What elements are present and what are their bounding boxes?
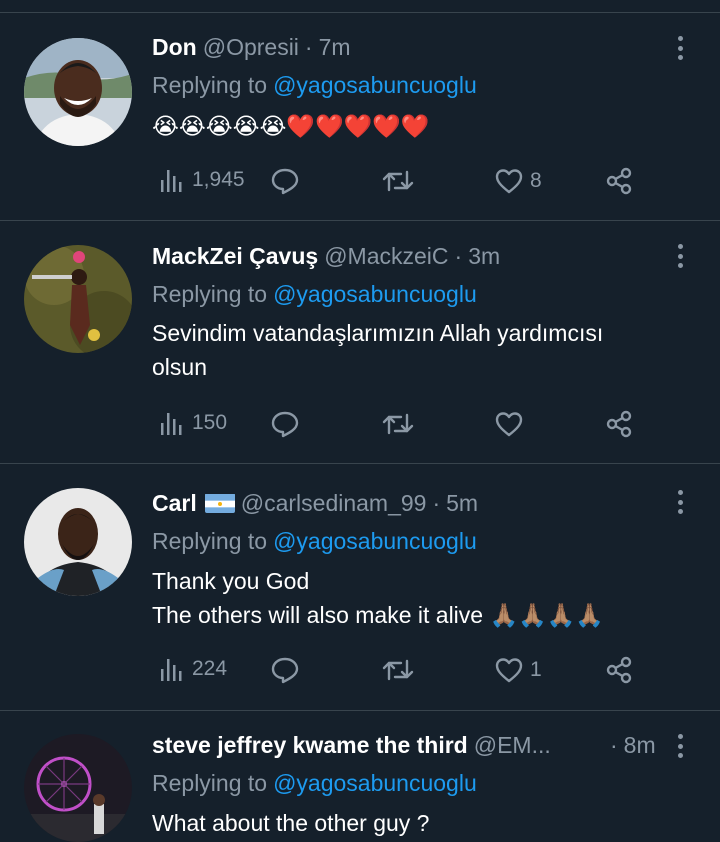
avatar-mackzei[interactable]	[24, 245, 132, 353]
share-icon	[606, 410, 632, 438]
like-count: 1	[530, 658, 542, 681]
tweet-text-line: olsun	[152, 354, 207, 380]
views-button[interactable]: 1,945	[158, 166, 245, 194]
bar-chart-icon	[161, 659, 182, 681]
heart-icon	[495, 169, 523, 194]
share-button[interactable]	[604, 409, 634, 439]
reply-feed: Don @Opresii · 7m Replying to @yagosabun…	[0, 0, 720, 842]
reply-button[interactable]	[270, 655, 306, 685]
more-vertical-icon[interactable]	[672, 487, 688, 517]
replying-to-handle[interactable]: @yagosabuncuoglu	[273, 770, 477, 797]
tweet-text-line: What about the other guy ?	[152, 810, 430, 836]
views-count: 1,945	[192, 168, 245, 191]
timestamp[interactable]: 3m	[468, 243, 500, 270]
avatar-steve[interactable]	[24, 734, 132, 842]
argentina-flag-icon	[204, 493, 235, 513]
avatar-carl[interactable]	[24, 488, 132, 596]
separator: ·	[454, 242, 463, 269]
tweet-text: Thank you God The others will also make …	[152, 564, 672, 632]
divider	[0, 12, 720, 13]
display-name[interactable]: steve jeffrey kwame the third	[152, 732, 468, 759]
user-handle[interactable]: @carlsedinam_99	[241, 490, 427, 517]
retweet-icon	[382, 659, 414, 681]
share-button[interactable]	[604, 655, 634, 685]
like-button[interactable]	[494, 409, 530, 439]
tweet-text: What about the other guy ?	[152, 806, 672, 840]
views-count: 150	[192, 411, 228, 434]
speech-bubble-icon	[271, 168, 299, 195]
display-name[interactable]: Don	[152, 34, 197, 61]
tweet-text-line: Sevindim vatandaşlarımızın Allah yardımc…	[152, 320, 604, 346]
user-handle[interactable]: @MackzeiC	[324, 243, 448, 270]
speech-bubble-icon	[271, 657, 299, 684]
heart-icon	[495, 658, 523, 683]
tweet-text-line: 😭😭😭😭😭❤️❤️❤️❤️❤️	[152, 113, 430, 139]
tweet-text: 😭😭😭😭😭❤️❤️❤️❤️❤️	[152, 109, 672, 143]
timestamp[interactable]: 8m	[624, 732, 656, 759]
like-button[interactable]: 1	[494, 655, 542, 685]
tweet-text-line: Thank you God	[152, 568, 310, 594]
timestamp[interactable]: 7m	[319, 34, 351, 61]
reply-button[interactable]	[270, 166, 306, 196]
views-button[interactable]: 224	[158, 655, 227, 683]
views-button[interactable]: 150	[158, 409, 227, 437]
divider	[0, 463, 720, 464]
separator: ·	[610, 731, 618, 758]
replying-to-label: Replying to	[152, 280, 268, 307]
user-handle[interactable]: @Opresii	[203, 34, 299, 61]
share-icon	[606, 167, 632, 195]
timestamp[interactable]: 5m	[446, 490, 478, 517]
retweet-icon	[382, 413, 414, 435]
more-vertical-icon[interactable]	[672, 731, 688, 761]
retweet-button[interactable]	[382, 409, 420, 439]
tweet-text: Sevindim vatandaşlarımızın Allah yardımc…	[152, 316, 672, 384]
replying-to-label: Replying to	[152, 527, 268, 554]
retweet-button[interactable]	[382, 655, 420, 685]
heart-icon	[495, 412, 523, 437]
bar-chart-icon	[161, 413, 182, 435]
more-vertical-icon[interactable]	[672, 241, 688, 271]
reply-button[interactable]	[270, 409, 306, 439]
replying-to-label: Replying to	[152, 769, 268, 796]
replying-to-label: Replying to	[152, 71, 268, 98]
display-name[interactable]: Carl	[152, 490, 197, 517]
bar-chart-icon	[161, 170, 182, 192]
separator: ·	[432, 489, 441, 516]
tweet-text-line: The others will also make it alive 🙏🏽🙏🏽🙏…	[152, 602, 605, 628]
divider	[0, 710, 720, 711]
share-icon	[606, 656, 632, 684]
views-count: 224	[192, 657, 228, 680]
replying-to-handle[interactable]: @yagosabuncuoglu	[273, 528, 477, 555]
retweet-button[interactable]	[382, 166, 420, 196]
retweet-icon	[382, 170, 414, 192]
more-vertical-icon[interactable]	[672, 33, 688, 63]
replying-to-handle[interactable]: @yagosabuncuoglu	[273, 72, 477, 99]
like-button[interactable]: 8	[494, 166, 542, 196]
separator: ·	[304, 33, 313, 60]
speech-bubble-icon	[271, 411, 299, 438]
share-button[interactable]	[604, 166, 634, 196]
user-handle[interactable]: @EM...	[474, 732, 551, 759]
replying-to-handle[interactable]: @yagosabuncuoglu	[273, 281, 477, 308]
like-count: 8	[530, 169, 542, 192]
divider	[0, 220, 720, 221]
avatar-don[interactable]	[24, 38, 132, 146]
display-name[interactable]: MackZei Çavuş	[152, 243, 318, 270]
